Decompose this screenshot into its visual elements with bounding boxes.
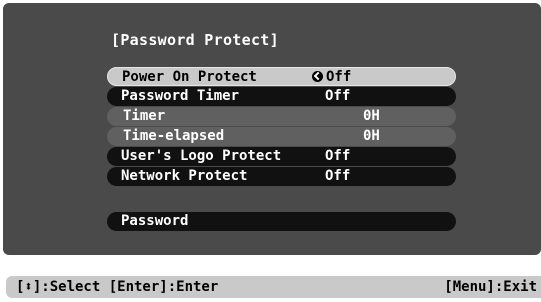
- menu-item-label: Network Protect: [121, 168, 248, 184]
- menu-item-label: Password Timer: [121, 88, 240, 104]
- menu-item-label: Time-elapsed: [123, 128, 225, 144]
- menu-item-value: Off: [326, 69, 352, 85]
- menu-item-label: Password: [121, 213, 189, 229]
- password-protect-panel: [Password Protect] Power On Protect Off …: [3, 3, 541, 255]
- menu-item-value: Off: [325, 168, 351, 184]
- menu-item-label: Timer: [123, 108, 166, 124]
- menu-item-power-on-protect[interactable]: Power On Protect Off: [107, 67, 456, 86]
- menu-title: [Password Protect]: [111, 31, 279, 49]
- status-bar: [⬍]:Select [Enter]:Enter [Menu]:Exit: [6, 276, 541, 298]
- menu-item-value: 0H: [363, 108, 380, 124]
- menu-item-password[interactable]: Password: [107, 212, 456, 231]
- menu-item-timer[interactable]: Timer 0H: [107, 107, 456, 126]
- menu-item-password-timer[interactable]: Password Timer Off: [107, 87, 456, 106]
- menu-item-label: User's Logo Protect: [121, 148, 282, 164]
- select-enter-hint: [⬍]:Select [Enter]:Enter: [16, 279, 219, 295]
- menu-item-users-logo-protect[interactable]: User's Logo Protect Off: [107, 147, 456, 166]
- menu-item-network-protect[interactable]: Network Protect Off: [107, 167, 456, 186]
- menu-item-value: Off: [325, 88, 351, 104]
- menu-item-time-elapsed[interactable]: Time-elapsed 0H: [107, 127, 456, 146]
- menu-item-value: Off: [325, 148, 351, 164]
- menu-item-value: 0H: [363, 128, 380, 144]
- enter-icon: [312, 71, 323, 82]
- menu-item-label: Power On Protect: [122, 69, 257, 85]
- menu-exit-hint: [Menu]:Exit: [444, 279, 537, 295]
